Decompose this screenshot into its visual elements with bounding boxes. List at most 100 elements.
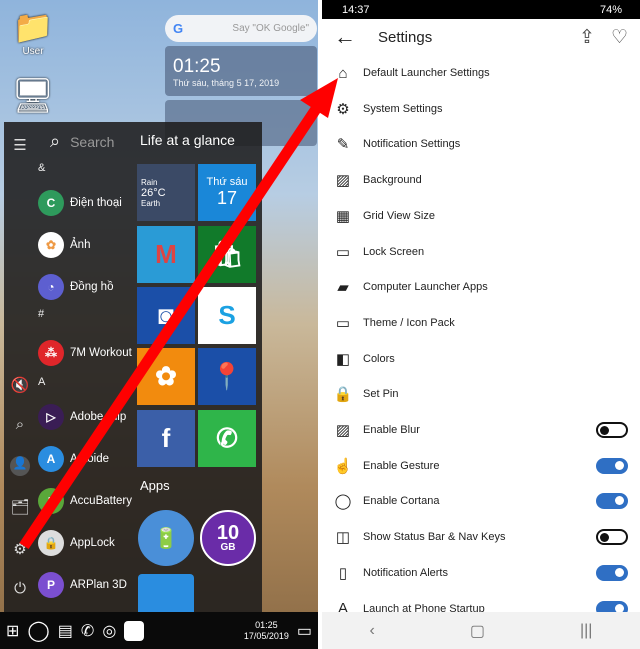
settings-item-label: System Settings	[363, 102, 443, 115]
settings-item-label: Lock Screen	[363, 245, 425, 258]
back-arrow-icon[interactable]: ←	[334, 24, 356, 50]
gear-icon: ⚙	[336, 100, 350, 118]
app-list-item[interactable]: ⁂ 7M Workout	[38, 340, 132, 366]
google-logo: G	[173, 21, 184, 36]
settings-item[interactable]: ▭ Theme / Icon Pack	[332, 308, 628, 338]
google-search-bar[interactable]: G Say "OK Google"	[165, 15, 317, 42]
maps-tile[interactable]: 📍	[198, 348, 256, 405]
settings-item[interactable]: ⌂ Default Launcher Settings	[332, 58, 628, 88]
settings-item-label: Grid View Size	[363, 209, 435, 222]
settings-item[interactable]: ▭ Lock Screen	[332, 237, 628, 267]
weather-tile[interactable]: Rain 26°C Earth	[137, 164, 195, 221]
home-icon: ⌂	[338, 64, 348, 82]
file-explorer-icon[interactable]: 🗂	[10, 498, 30, 516]
cortana-icon[interactable]: ◯	[27, 618, 49, 643]
app-list-item[interactable]: P ARPlan 3D	[38, 572, 127, 598]
gmail-tile[interactable]: M	[137, 226, 195, 283]
app-list-item[interactable]: ▷ Adobe Clip	[38, 404, 126, 430]
settings-item-label: Background	[363, 174, 422, 187]
app-label: Aptoide	[70, 453, 110, 465]
settings-item[interactable]: 🔒 Set Pin	[332, 379, 628, 409]
app-icon: C	[38, 190, 64, 216]
settings-item[interactable]: ▦ Grid View Size	[332, 201, 628, 231]
settings-item[interactable]: ☝ Enable Gesture	[332, 451, 628, 481]
settings-item-label: Notification Alerts	[363, 566, 448, 579]
app-list-item[interactable]: C Điện thoại	[38, 190, 122, 216]
settings-item[interactable]: ▯ Notification Alerts	[332, 558, 628, 588]
status-bar: 14:37 74%	[322, 0, 640, 19]
photos-tile[interactable]: ✿	[137, 348, 195, 405]
pin-icon: ✎	[336, 136, 350, 154]
notification-center-icon[interactable]: ▭	[297, 621, 312, 641]
app-icon: P	[38, 572, 64, 598]
launcher-screenshot: 📁 User 🖥 G Say "OK Google" 01:25 Thứ sáu…	[0, 0, 318, 649]
toggle-switch[interactable]	[596, 457, 628, 474]
settings-item[interactable]: ▨ Enable Blur	[332, 415, 628, 445]
desktop-icon-user[interactable]: 📁 User	[8, 8, 58, 57]
storage-app-icon[interactable]: 10 GB	[200, 510, 256, 566]
app-label: 7M Workout	[70, 347, 132, 359]
settings-item[interactable]: ◫ Show Status Bar & Nav Keys	[332, 522, 628, 552]
start-search[interactable]: ⌕ Search	[50, 131, 114, 152]
letter-header[interactable]: #	[38, 308, 44, 320]
windows-start-icon[interactable]: ⊞	[6, 621, 19, 641]
letter-header[interactable]: &	[38, 162, 45, 174]
nav-back-icon[interactable]: ‹	[370, 622, 375, 640]
settings-gear-icon[interactable]: ⚙	[10, 540, 30, 558]
hamburger-menu-icon[interactable]: ☰	[10, 136, 30, 154]
settings-item[interactable]: ▰ Computer Launcher Apps	[332, 272, 628, 302]
app-list-item[interactable]: ✿ Ảnh	[38, 232, 90, 258]
app-list-item[interactable]: 🔒 AppLock	[38, 530, 115, 556]
app-label: Ảnh	[70, 239, 91, 251]
search-icon[interactable]: ⌕	[10, 416, 30, 433]
nav-home-icon[interactable]: ▢	[470, 621, 485, 641]
settings-item-label: Enable Blur	[363, 424, 420, 436]
user-icon[interactable]: 👤	[10, 456, 30, 476]
messages-icon[interactable]: ▤	[58, 621, 73, 641]
facebook-tile[interactable]: f	[137, 410, 195, 467]
cortana-icon: ◯	[334, 493, 352, 511]
power-icon[interactable]: ⏻	[10, 580, 30, 597]
app-icon: ▷	[38, 404, 64, 430]
taskbar: ⊞ ◯ ▤ ✆ ◎ 01:25 17/05/2019 ▭	[0, 612, 318, 649]
settings-screenshot: 14:37 74% ← Settings ⇪ ♡ ⌂ Default Launch…	[322, 0, 640, 649]
share-icon[interactable]: ⇪	[579, 26, 595, 49]
app-label: AppLock	[70, 537, 115, 549]
battery-app-icon[interactable]: 🔋	[138, 510, 194, 566]
calendar-tile[interactable]: Thứ sáu 17	[198, 164, 256, 221]
mute-icon[interactable]: 🔇	[10, 376, 30, 394]
taskbar-clock[interactable]: 01:25 17/05/2019	[244, 620, 289, 642]
settings-item[interactable]: ⚙ System Settings	[332, 94, 628, 124]
toggle-switch[interactable]	[596, 422, 628, 438]
skype-tile[interactable]: S	[198, 287, 256, 344]
app-list-item[interactable]: A Aptoide	[38, 446, 109, 472]
page-title: Settings	[378, 28, 433, 46]
letter-header[interactable]: A	[38, 376, 45, 388]
toggle-switch[interactable]	[596, 529, 628, 546]
bag-icon: ▰	[337, 279, 349, 297]
camera-tile[interactable]: ◙	[137, 287, 195, 344]
app-label: Adobe Clip	[70, 411, 127, 423]
settings-item[interactable]: ◧ Colors	[332, 344, 628, 374]
app-icon[interactable]	[124, 620, 145, 641]
toggle-switch[interactable]	[596, 493, 628, 510]
files-app-icon[interactable]	[138, 574, 194, 612]
section-title: Life at a glance	[140, 132, 235, 148]
computer-icon[interactable]: 🖥	[8, 76, 58, 116]
settings-item[interactable]: ✎ Notification Settings	[332, 129, 628, 159]
whatsapp-tile[interactable]: ✆	[198, 410, 256, 467]
chrome-icon[interactable]: ◎	[102, 621, 116, 641]
statusbar-icon: ◫	[335, 529, 351, 547]
settings-item[interactable]: ◯ Enable Cortana	[332, 486, 628, 516]
app-icon: A	[38, 446, 64, 472]
app-list-item[interactable]: ◔ Đồng hồ	[38, 274, 113, 300]
heart-icon[interactable]: ♡	[611, 26, 628, 49]
settings-item[interactable]: ▨ Background	[332, 165, 628, 195]
app-list-item[interactable]: ▮ AccuBattery	[38, 488, 132, 514]
nav-recents-icon[interactable]: |||	[580, 622, 592, 640]
app-label: AccuBattery	[70, 495, 132, 507]
app-label: ARPlan 3D	[70, 579, 127, 591]
toggle-switch[interactable]	[596, 564, 628, 581]
store-tile[interactable]: 🛍	[198, 226, 256, 283]
phone-icon[interactable]: ✆	[81, 621, 94, 641]
